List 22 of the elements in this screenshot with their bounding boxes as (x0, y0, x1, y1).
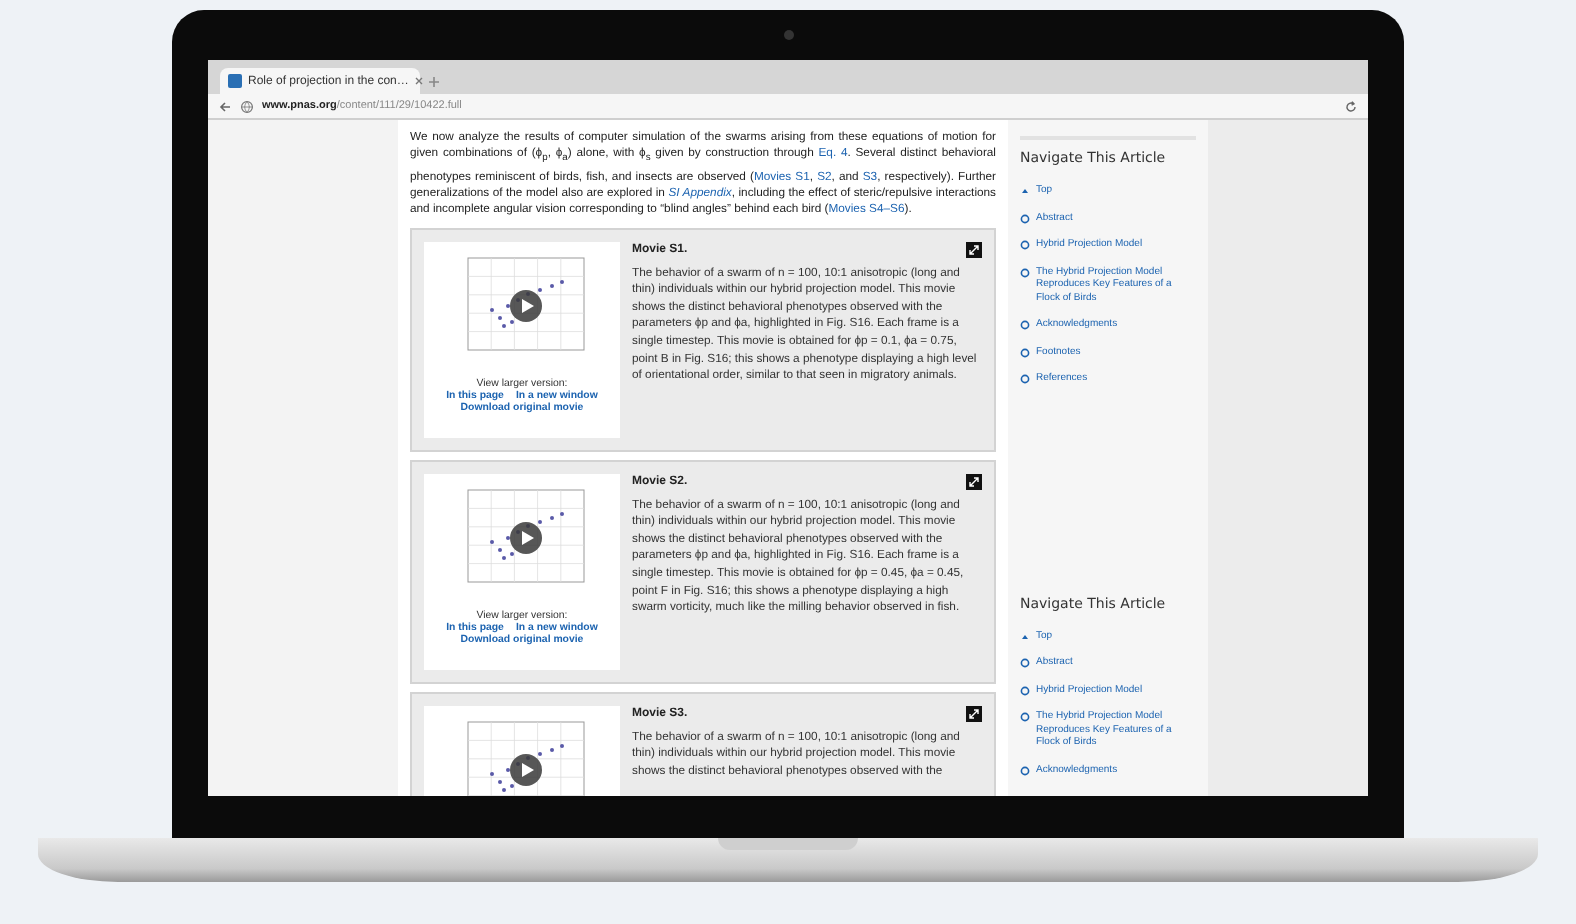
circle-bullet-icon (1020, 213, 1030, 223)
site-favicon-icon (228, 74, 242, 88)
globe-icon (240, 99, 254, 113)
lid-notch (718, 838, 858, 850)
circle-bullet-icon (1020, 347, 1030, 357)
up-triangle-icon (1020, 186, 1030, 196)
up-triangle-icon (1020, 631, 1030, 641)
circle-bullet-icon (1020, 685, 1030, 695)
circle-bullet-icon (1020, 240, 1030, 250)
circle-bullet-icon (1020, 267, 1030, 277)
expand-icon[interactable] (966, 241, 982, 258)
circle-bullet-icon (1020, 374, 1030, 384)
reload-icon[interactable] (1344, 99, 1358, 113)
circle-bullet-icon (1020, 765, 1030, 775)
circle-bullet-icon (1020, 658, 1030, 668)
expand-icon[interactable] (966, 705, 982, 722)
expand-icon[interactable] (966, 473, 982, 490)
circle-bullet-icon (1020, 320, 1030, 330)
circle-bullet-icon (1020, 712, 1030, 722)
close-icon[interactable] (414, 76, 425, 86)
camera-icon (783, 30, 793, 40)
back-arrow-icon[interactable] (218, 99, 232, 113)
